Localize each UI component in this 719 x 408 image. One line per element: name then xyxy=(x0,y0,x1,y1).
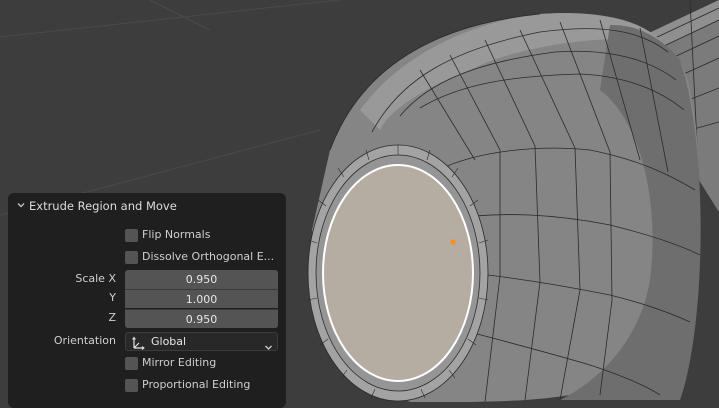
mirror-editing-label: Mirror Editing xyxy=(142,356,217,369)
scale-x-field[interactable]: 0.950 xyxy=(125,270,278,289)
scale-y-field[interactable]: 1.000 xyxy=(125,289,278,308)
flip-normals-row[interactable]: Flip Normals xyxy=(8,226,286,245)
scale-z-label: Z xyxy=(108,311,116,324)
orientation-axes-icon xyxy=(131,335,145,350)
scale-z-row: Z 0.950 xyxy=(8,309,286,328)
scale-y-label: Y xyxy=(109,291,116,304)
panel-title: Extrude Region and Move xyxy=(29,199,177,213)
proportional-editing-checkbox[interactable] xyxy=(125,379,138,392)
proportional-editing-label: Proportional Editing xyxy=(142,378,251,391)
operator-panel: Extrude Region and Move Flip Normals Dis… xyxy=(8,193,286,408)
selected-face[interactable] xyxy=(322,164,474,382)
flip-normals-checkbox[interactable] xyxy=(125,229,138,242)
panel-header[interactable]: Extrude Region and Move xyxy=(8,193,286,219)
mirror-editing-checkbox[interactable] xyxy=(125,357,138,370)
proportional-editing-row[interactable]: Proportional Editing xyxy=(8,376,286,395)
scale-z-field[interactable]: 0.950 xyxy=(125,309,278,328)
scale-x-row: Scale X 0.950 xyxy=(8,270,286,289)
flip-normals-label: Flip Normals xyxy=(142,228,211,241)
chevron-down-icon xyxy=(264,337,273,350)
chevron-down-icon[interactable] xyxy=(15,199,27,211)
scale-x-label: Scale X xyxy=(75,272,116,285)
scale-y-row: Y 1.000 xyxy=(8,289,286,308)
orientation-value: Global xyxy=(151,335,187,348)
orientation-row: Orientation Global xyxy=(8,332,286,351)
orientation-dropdown[interactable]: Global xyxy=(125,332,278,351)
dissolve-orthogonal-checkbox[interactable] xyxy=(125,251,138,264)
dissolve-orthogonal-label: Dissolve Orthogonal E... xyxy=(142,250,275,263)
active-vertex[interactable] xyxy=(450,239,456,245)
mirror-editing-row[interactable]: Mirror Editing xyxy=(8,354,286,373)
orientation-label: Orientation xyxy=(53,334,116,347)
dissolve-orthogonal-row[interactable]: Dissolve Orthogonal E... xyxy=(8,248,286,267)
